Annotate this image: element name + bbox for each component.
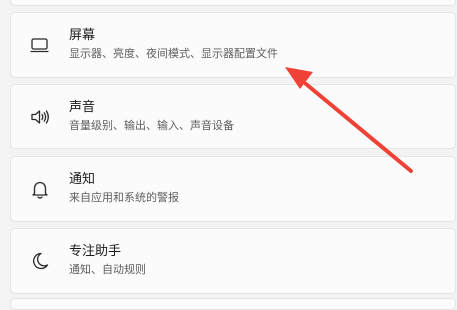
bell-icon bbox=[29, 178, 51, 200]
settings-item-title: 声音 bbox=[69, 100, 96, 115]
settings-card-partial-bottom bbox=[10, 298, 456, 310]
settings-item-title: 专注助手 bbox=[69, 244, 122, 259]
settings-item-subtitle: 通知、自动规则 bbox=[69, 263, 146, 276]
settings-item-subtitle: 来自应用和系统的警报 bbox=[69, 191, 179, 204]
settings-item-subtitle: 音量级别、输出、输入、声音设备 bbox=[69, 119, 234, 132]
settings-card-partial-top bbox=[10, 0, 456, 6]
speaker-icon bbox=[29, 106, 51, 128]
settings-item-title: 屏幕 bbox=[69, 28, 96, 43]
monitor-icon bbox=[29, 34, 51, 56]
settings-item-sound[interactable]: 声音 音量级别、输出、输入、声音设备 bbox=[10, 84, 456, 149]
settings-item-subtitle: 显示器、亮度、夜间模式、显示器配置文件 bbox=[69, 47, 278, 60]
settings-item-focus-assist[interactable]: 专注助手 通知、自动规则 bbox=[10, 228, 456, 294]
settings-item-title: 通知 bbox=[69, 172, 96, 187]
moon-icon bbox=[29, 250, 51, 272]
settings-item-notifications[interactable]: 通知 来自应用和系统的警报 bbox=[10, 156, 456, 222]
settings-item-display[interactable]: 屏幕 显示器、亮度、夜间模式、显示器配置文件 bbox=[10, 12, 456, 78]
